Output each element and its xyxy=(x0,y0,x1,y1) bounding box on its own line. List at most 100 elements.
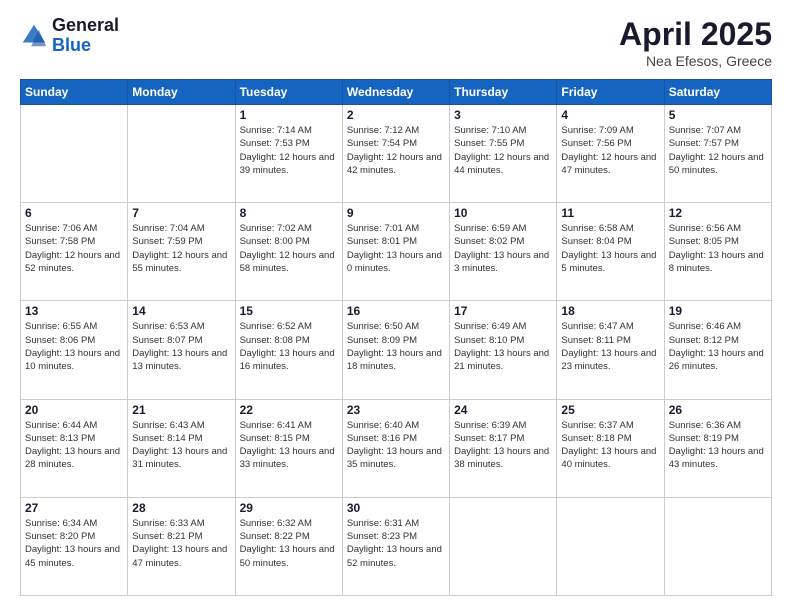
day-number: 26 xyxy=(669,403,767,417)
table-row: 23 Sunrise: 6:40 AM Sunset: 8:16 PM Dayli… xyxy=(342,399,449,497)
day-info: Sunrise: 6:39 AM Sunset: 8:17 PM Dayligh… xyxy=(454,419,552,472)
col-wednesday: Wednesday xyxy=(342,80,449,105)
table-row: 28Sunrise: 6:33 AM Sunset: 8:21 PM Dayli… xyxy=(128,497,235,595)
logo-text: General Blue xyxy=(52,16,119,56)
table-row: 3Sunrise: 7:10 AM Sunset: 7:55 PM Daylig… xyxy=(450,105,557,203)
day-number: 6 xyxy=(25,206,123,220)
day-info: Sunrise: 7:07 AM Sunset: 7:57 PM Dayligh… xyxy=(669,124,767,177)
location: Nea Efesos, Greece xyxy=(619,53,772,69)
day-number: 29 xyxy=(240,501,338,515)
day-info: Sunrise: 6:52 AM Sunset: 8:08 PM Dayligh… xyxy=(240,320,338,373)
day-number: 18 xyxy=(561,304,659,318)
day-number: 12 xyxy=(669,206,767,220)
calendar-table: Sunday Monday Tuesday Wednesday Thursday… xyxy=(20,79,772,596)
day-number: 8 xyxy=(240,206,338,220)
day-number: 20 xyxy=(25,403,123,417)
col-monday: Monday xyxy=(128,80,235,105)
day-number: 19 xyxy=(669,304,767,318)
day-number: 15 xyxy=(240,304,338,318)
day-number: 22 xyxy=(240,403,338,417)
table-row: 21 Sunrise: 6:43 AM Sunset: 8:14 PM Dayli… xyxy=(128,399,235,497)
table-row xyxy=(450,497,557,595)
table-row: 24 Sunrise: 6:39 AM Sunset: 8:17 PM Dayli… xyxy=(450,399,557,497)
day-number: 7 xyxy=(132,206,230,220)
col-tuesday: Tuesday xyxy=(235,80,342,105)
table-row: 15 Sunrise: 6:52 AM Sunset: 8:08 PM Dayli… xyxy=(235,301,342,399)
day-info: Sunrise: 7:01 AM Sunset: 8:01 PM Dayligh… xyxy=(347,222,445,275)
day-info: Sunrise: 7:12 AM Sunset: 7:54 PM Dayligh… xyxy=(347,124,445,177)
table-row: 18 Sunrise: 6:47 AM Sunset: 8:11 PM Dayli… xyxy=(557,301,664,399)
day-number: 21 xyxy=(132,403,230,417)
day-info: Sunrise: 6:49 AM Sunset: 8:10 PM Dayligh… xyxy=(454,320,552,373)
day-info: Sunrise: 7:02 AM Sunset: 8:00 PM Dayligh… xyxy=(240,222,338,275)
logo-blue-text: Blue xyxy=(52,36,119,56)
table-row: 2 Sunrise: 7:12 AM Sunset: 7:54 PM Daylig… xyxy=(342,105,449,203)
day-info: Sunrise: 7:09 AM Sunset: 7:56 PM Dayligh… xyxy=(561,124,659,177)
table-row: 8 Sunrise: 7:02 AM Sunset: 8:00 PM Daylig… xyxy=(235,203,342,301)
table-row: 11Sunrise: 6:58 AM Sunset: 8:04 PM Dayli… xyxy=(557,203,664,301)
col-sunday: Sunday xyxy=(21,80,128,105)
day-number: 2 xyxy=(347,108,445,122)
table-row: 19 Sunrise: 6:46 AM Sunset: 8:12 PM Dayli… xyxy=(664,301,771,399)
table-row xyxy=(664,497,771,595)
col-thursday: Thursday xyxy=(450,80,557,105)
logo-icon xyxy=(20,22,48,50)
day-number: 14 xyxy=(132,304,230,318)
day-number: 1 xyxy=(240,108,338,122)
table-row: 9 Sunrise: 7:01 AM Sunset: 8:01 PM Daylig… xyxy=(342,203,449,301)
logo-general-text: General xyxy=(52,16,119,36)
day-info: Sunrise: 6:32 AM Sunset: 8:22 PM Dayligh… xyxy=(240,517,338,570)
day-info: Sunrise: 6:46 AM Sunset: 8:12 PM Dayligh… xyxy=(669,320,767,373)
table-row xyxy=(128,105,235,203)
table-row: 12 Sunrise: 6:56 AM Sunset: 8:05 PM Dayli… xyxy=(664,203,771,301)
table-row: 5 Sunrise: 7:07 AM Sunset: 7:57 PM Daylig… xyxy=(664,105,771,203)
table-row: 26 Sunrise: 6:36 AM Sunset: 8:19 PM Dayli… xyxy=(664,399,771,497)
day-info: Sunrise: 6:37 AM Sunset: 8:18 PM Dayligh… xyxy=(561,419,659,472)
day-number: 27 xyxy=(25,501,123,515)
col-friday: Friday xyxy=(557,80,664,105)
table-row: 7 Sunrise: 7:04 AM Sunset: 7:59 PM Daylig… xyxy=(128,203,235,301)
table-row xyxy=(21,105,128,203)
day-info: Sunrise: 6:50 AM Sunset: 8:09 PM Dayligh… xyxy=(347,320,445,373)
day-number: 3 xyxy=(454,108,552,122)
table-row: 13Sunrise: 6:55 AM Sunset: 8:06 PM Dayli… xyxy=(21,301,128,399)
calendar-header-row: Sunday Monday Tuesday Wednesday Thursday… xyxy=(21,80,772,105)
table-row: 29 Sunrise: 6:32 AM Sunset: 8:22 PM Dayli… xyxy=(235,497,342,595)
day-info: Sunrise: 6:53 AM Sunset: 8:07 PM Dayligh… xyxy=(132,320,230,373)
day-info: Sunrise: 6:55 AM Sunset: 8:06 PM Dayligh… xyxy=(25,320,123,373)
table-row: 4 Sunrise: 7:09 AM Sunset: 7:56 PM Daylig… xyxy=(557,105,664,203)
table-row: 27 Sunrise: 6:34 AM Sunset: 8:20 PM Dayli… xyxy=(21,497,128,595)
day-number: 24 xyxy=(454,403,552,417)
page: General Blue April 2025 Nea Efesos, Gree… xyxy=(0,0,792,612)
header: General Blue April 2025 Nea Efesos, Gree… xyxy=(20,16,772,69)
day-info: Sunrise: 6:33 AM Sunset: 8:21 PM Dayligh… xyxy=(132,517,230,570)
table-row: 17Sunrise: 6:49 AM Sunset: 8:10 PM Dayli… xyxy=(450,301,557,399)
day-info: Sunrise: 6:40 AM Sunset: 8:16 PM Dayligh… xyxy=(347,419,445,472)
day-number: 4 xyxy=(561,108,659,122)
table-row: 25Sunrise: 6:37 AM Sunset: 8:18 PM Dayli… xyxy=(557,399,664,497)
table-row xyxy=(557,497,664,595)
table-row: 1 Sunrise: 7:14 AM Sunset: 7:53 PM Daylig… xyxy=(235,105,342,203)
logo: General Blue xyxy=(20,16,119,56)
day-number: 23 xyxy=(347,403,445,417)
day-info: Sunrise: 6:47 AM Sunset: 8:11 PM Dayligh… xyxy=(561,320,659,373)
title-section: April 2025 Nea Efesos, Greece xyxy=(619,16,772,69)
day-info: Sunrise: 6:56 AM Sunset: 8:05 PM Dayligh… xyxy=(669,222,767,275)
table-row: 22Sunrise: 6:41 AM Sunset: 8:15 PM Dayli… xyxy=(235,399,342,497)
day-info: Sunrise: 6:36 AM Sunset: 8:19 PM Dayligh… xyxy=(669,419,767,472)
day-number: 5 xyxy=(669,108,767,122)
table-row: 30Sunrise: 6:31 AM Sunset: 8:23 PM Dayli… xyxy=(342,497,449,595)
day-info: Sunrise: 6:44 AM Sunset: 8:13 PM Dayligh… xyxy=(25,419,123,472)
day-info: Sunrise: 6:43 AM Sunset: 8:14 PM Dayligh… xyxy=(132,419,230,472)
day-info: Sunrise: 7:14 AM Sunset: 7:53 PM Dayligh… xyxy=(240,124,338,177)
table-row: 14 Sunrise: 6:53 AM Sunset: 8:07 PM Dayli… xyxy=(128,301,235,399)
day-info: Sunrise: 7:04 AM Sunset: 7:59 PM Dayligh… xyxy=(132,222,230,275)
day-number: 30 xyxy=(347,501,445,515)
col-saturday: Saturday xyxy=(664,80,771,105)
table-row: 20 Sunrise: 6:44 AM Sunset: 8:13 PM Dayli… xyxy=(21,399,128,497)
day-number: 9 xyxy=(347,206,445,220)
table-row: 10Sunrise: 6:59 AM Sunset: 8:02 PM Dayli… xyxy=(450,203,557,301)
day-info: Sunrise: 6:59 AM Sunset: 8:02 PM Dayligh… xyxy=(454,222,552,275)
month-title: April 2025 xyxy=(619,16,772,53)
day-info: Sunrise: 6:34 AM Sunset: 8:20 PM Dayligh… xyxy=(25,517,123,570)
